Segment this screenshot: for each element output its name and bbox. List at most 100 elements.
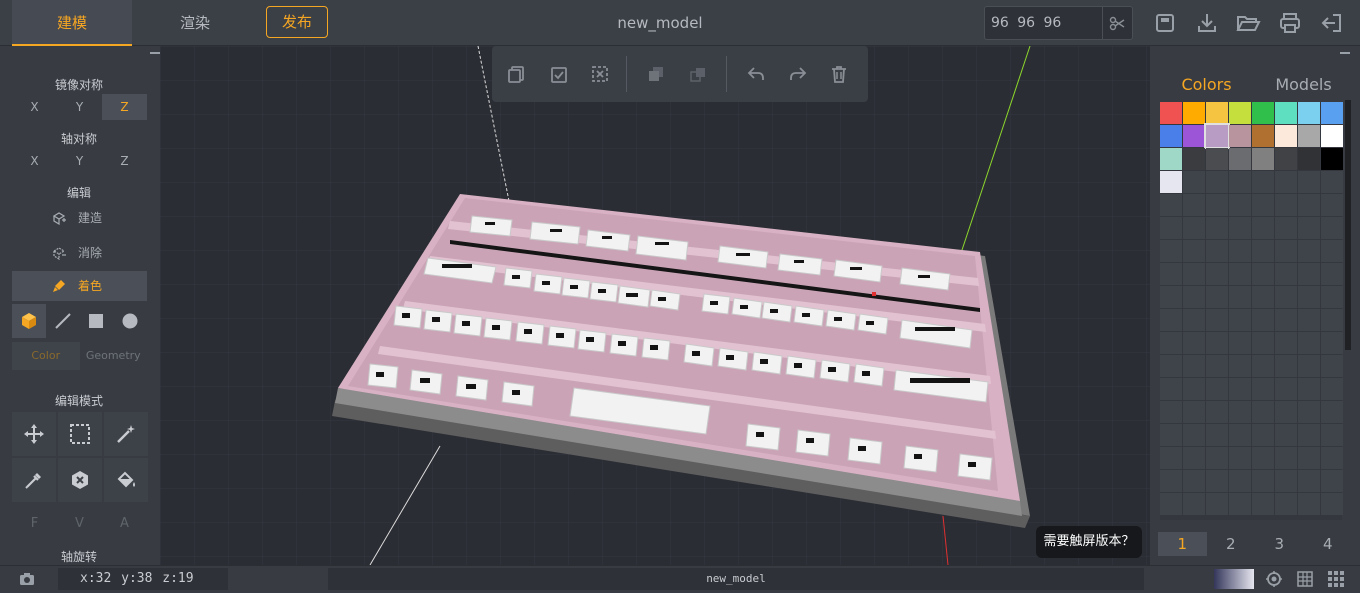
axis-sym-z-button[interactable]: Z bbox=[102, 148, 147, 174]
empty-swatch-slot[interactable] bbox=[1206, 240, 1228, 262]
empty-swatch-slot[interactable] bbox=[1252, 447, 1274, 469]
empty-swatch-slot[interactable] bbox=[1229, 240, 1251, 262]
color-swatch[interactable] bbox=[1183, 148, 1205, 170]
color-swatch[interactable] bbox=[1321, 102, 1343, 124]
tab-render[interactable]: 渲染 bbox=[140, 0, 250, 46]
empty-swatch-slot[interactable] bbox=[1160, 332, 1182, 354]
tab-colors[interactable]: Colors bbox=[1158, 70, 1255, 100]
color-swatch[interactable] bbox=[1229, 102, 1251, 124]
folder-open-icon[interactable] bbox=[1235, 10, 1261, 36]
empty-swatch-slot[interactable] bbox=[1183, 286, 1205, 308]
paste-check-icon[interactable] bbox=[549, 64, 569, 84]
empty-swatch-slot[interactable] bbox=[1160, 217, 1182, 239]
empty-swatch-slot[interactable] bbox=[1160, 194, 1182, 216]
color-swatch[interactable] bbox=[1298, 125, 1320, 147]
empty-swatch-slot[interactable] bbox=[1206, 355, 1228, 377]
color-swatch[interactable] bbox=[1160, 125, 1182, 147]
empty-swatch-slot[interactable] bbox=[1275, 424, 1297, 446]
group-icon[interactable] bbox=[646, 64, 666, 84]
eyedropper-button[interactable] bbox=[12, 458, 56, 502]
empty-swatch-slot[interactable] bbox=[1252, 171, 1274, 193]
color-mode-tab[interactable]: Color bbox=[12, 342, 80, 370]
empty-swatch-slot[interactable] bbox=[1229, 470, 1251, 492]
empty-swatch-slot[interactable] bbox=[1252, 240, 1274, 262]
color-swatch[interactable] bbox=[1275, 148, 1297, 170]
empty-swatch-slot[interactable] bbox=[1160, 493, 1182, 515]
color-swatch[interactable] bbox=[1160, 148, 1182, 170]
empty-swatch-slot[interactable] bbox=[1321, 493, 1343, 515]
empty-swatch-slot[interactable] bbox=[1183, 424, 1205, 446]
color-swatch[interactable] bbox=[1229, 125, 1251, 147]
empty-swatch-slot[interactable] bbox=[1160, 286, 1182, 308]
empty-swatch-slot[interactable] bbox=[1298, 493, 1320, 515]
empty-swatch-slot[interactable] bbox=[1206, 309, 1228, 331]
empty-swatch-slot[interactable] bbox=[1183, 309, 1205, 331]
empty-swatch-slot[interactable] bbox=[1298, 355, 1320, 377]
empty-swatch-slot[interactable] bbox=[1252, 194, 1274, 216]
erase-tool-button[interactable]: 消除 bbox=[12, 238, 147, 268]
axis-sym-y-button[interactable]: Y bbox=[57, 148, 102, 174]
empty-swatch-slot[interactable] bbox=[1160, 378, 1182, 400]
empty-swatch-slot[interactable] bbox=[1206, 424, 1228, 446]
empty-swatch-slot[interactable] bbox=[1229, 171, 1251, 193]
empty-swatch-slot[interactable] bbox=[1252, 332, 1274, 354]
empty-swatch-slot[interactable] bbox=[1229, 263, 1251, 285]
empty-swatch-slot[interactable] bbox=[1275, 470, 1297, 492]
empty-swatch-slot[interactable] bbox=[1229, 355, 1251, 377]
download-icon[interactable] bbox=[1194, 10, 1220, 36]
collapse-left-panel-button[interactable] bbox=[150, 52, 160, 54]
magic-wand-button[interactable] bbox=[104, 412, 148, 456]
empty-swatch-slot[interactable] bbox=[1183, 401, 1205, 423]
empty-swatch-slot[interactable] bbox=[1183, 194, 1205, 216]
mirror-x-button[interactable]: X bbox=[12, 94, 57, 120]
delete-selection-button[interactable] bbox=[58, 458, 102, 502]
empty-swatch-slot[interactable] bbox=[1160, 401, 1182, 423]
color-swatch[interactable] bbox=[1229, 148, 1251, 170]
empty-swatch-slot[interactable] bbox=[1206, 493, 1228, 515]
color-swatch[interactable] bbox=[1298, 148, 1320, 170]
empty-swatch-slot[interactable] bbox=[1321, 286, 1343, 308]
ungroup-icon[interactable] bbox=[688, 64, 708, 84]
dimensions-input[interactable]: 96 96 96 bbox=[984, 6, 1102, 40]
empty-swatch-slot[interactable] bbox=[1206, 286, 1228, 308]
shape-square-button[interactable] bbox=[80, 304, 114, 338]
empty-swatch-slot[interactable] bbox=[1252, 286, 1274, 308]
empty-swatch-slot[interactable] bbox=[1160, 263, 1182, 285]
empty-swatch-slot[interactable] bbox=[1321, 332, 1343, 354]
touch-version-tip[interactable]: 需要触屏版本？ bbox=[1036, 526, 1142, 558]
empty-swatch-slot[interactable] bbox=[1206, 217, 1228, 239]
empty-swatch-slot[interactable] bbox=[1275, 401, 1297, 423]
empty-swatch-slot[interactable] bbox=[1206, 470, 1228, 492]
resize-button[interactable] bbox=[1102, 6, 1133, 40]
empty-swatch-slot[interactable] bbox=[1229, 378, 1251, 400]
empty-swatch-slot[interactable] bbox=[1321, 263, 1343, 285]
color-swatch[interactable] bbox=[1206, 102, 1228, 124]
empty-swatch-slot[interactable] bbox=[1321, 378, 1343, 400]
color-swatch[interactable] bbox=[1204, 123, 1230, 149]
empty-swatch-slot[interactable] bbox=[1229, 194, 1251, 216]
mode-a-button[interactable]: A bbox=[102, 516, 147, 531]
empty-swatch-slot[interactable] bbox=[1321, 171, 1343, 193]
empty-swatch-slot[interactable] bbox=[1275, 309, 1297, 331]
empty-swatch-slot[interactable] bbox=[1252, 493, 1274, 515]
empty-swatch-slot[interactable] bbox=[1275, 447, 1297, 469]
empty-swatch-slot[interactable] bbox=[1252, 401, 1274, 423]
empty-swatch-slot[interactable] bbox=[1252, 217, 1274, 239]
grid-icon[interactable] bbox=[1296, 570, 1314, 588]
color-swatch[interactable] bbox=[1321, 125, 1343, 147]
empty-swatch-slot[interactable] bbox=[1160, 424, 1182, 446]
empty-swatch-slot[interactable] bbox=[1298, 194, 1320, 216]
apps-grid-icon[interactable] bbox=[1327, 570, 1345, 588]
empty-swatch-slot[interactable] bbox=[1275, 263, 1297, 285]
empty-swatch-slot[interactable] bbox=[1206, 447, 1228, 469]
empty-swatch-slot[interactable] bbox=[1321, 447, 1343, 469]
trash-icon[interactable] bbox=[829, 64, 849, 84]
save-icon[interactable] bbox=[1152, 10, 1178, 36]
empty-swatch-slot[interactable] bbox=[1321, 470, 1343, 492]
empty-swatch-slot[interactable] bbox=[1229, 286, 1251, 308]
color-swatch[interactable] bbox=[1298, 102, 1320, 124]
empty-swatch-slot[interactable] bbox=[1321, 355, 1343, 377]
mode-f-button[interactable]: F bbox=[12, 516, 57, 531]
empty-swatch-slot[interactable] bbox=[1298, 447, 1320, 469]
color-swatch[interactable] bbox=[1252, 148, 1274, 170]
